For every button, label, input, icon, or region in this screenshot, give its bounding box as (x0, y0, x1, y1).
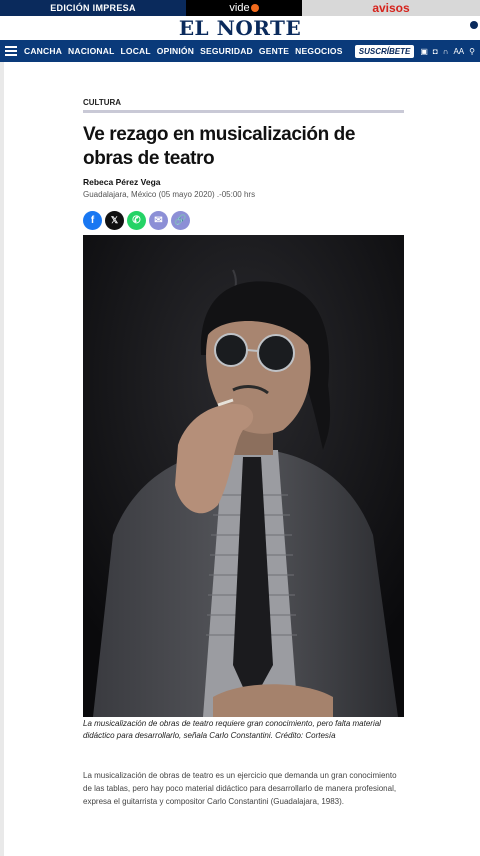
section-label[interactable]: CULTURA (83, 98, 121, 107)
top-strip: EDICIÓN IMPRESA vide avisos (0, 0, 480, 16)
nav-item-gente[interactable]: GENTE (259, 46, 289, 56)
x-icon[interactable]: 𝕏 (105, 211, 124, 230)
weather-icon[interactable] (470, 21, 478, 29)
article-body: La musicalización de obras de teatro es … (83, 771, 397, 806)
nav-item-nacional[interactable]: NACIONAL (68, 46, 114, 56)
whatsapp-icon[interactable]: ✆ (127, 211, 146, 230)
nav-item-opinion[interactable]: OPINIÓN (157, 46, 194, 56)
masthead: EL NORTE (0, 16, 480, 40)
avisos-link[interactable]: avisos (302, 0, 480, 16)
gift-icon[interactable]: ◘ (433, 47, 438, 56)
video-dot-icon (250, 4, 259, 12)
site-logo[interactable]: EL NORTE (179, 16, 301, 40)
nav-item-seguridad[interactable]: SEGURIDAD (200, 46, 253, 56)
photo-caption: La musicalización de obras de teatro req… (83, 719, 381, 740)
main-nav: CANCHA NACIONAL LOCAL OPINIÓN SEGURIDAD … (0, 40, 480, 62)
article-photo[interactable] (83, 235, 404, 717)
edicion-impresa-link[interactable]: EDICIÓN IMPRESA (0, 0, 186, 16)
nav-item-cancha[interactable]: CANCHA (24, 46, 62, 56)
article-page: CULTURA Ve rezago en musicalización de o… (4, 62, 480, 856)
user-icon[interactable]: ⚲ (469, 47, 475, 56)
article-headline: Ve rezago en musicalización de obras de … (83, 124, 356, 169)
section-divider (83, 110, 404, 113)
nav-item-local[interactable]: LOCAL (121, 46, 151, 56)
video-link[interactable]: vide (186, 0, 302, 16)
subscribe-button[interactable]: SUSCRÍBETE (354, 44, 415, 58)
share-bar: f 𝕏 ✆ ✉ 🔗 (83, 211, 190, 230)
menu-icon[interactable] (5, 46, 17, 56)
article-dateline: Guadalajara, México (05 mayo 2020) .-05:… (83, 190, 256, 199)
email-icon[interactable]: ✉ (149, 211, 168, 230)
portrait-illustration (83, 235, 404, 717)
headphones-icon[interactable]: ∩ (443, 47, 449, 56)
article-author: Rebeca Pérez Vega (83, 177, 161, 187)
nav-item-negocios[interactable]: NEGOCIOS (295, 46, 342, 56)
facebook-icon[interactable]: f (83, 211, 102, 230)
link-icon[interactable]: 🔗 (171, 211, 190, 230)
video-label: vide (229, 2, 250, 14)
print-edition-icon[interactable]: ▣ (420, 47, 428, 56)
font-size-toggle[interactable]: AA (453, 47, 464, 56)
